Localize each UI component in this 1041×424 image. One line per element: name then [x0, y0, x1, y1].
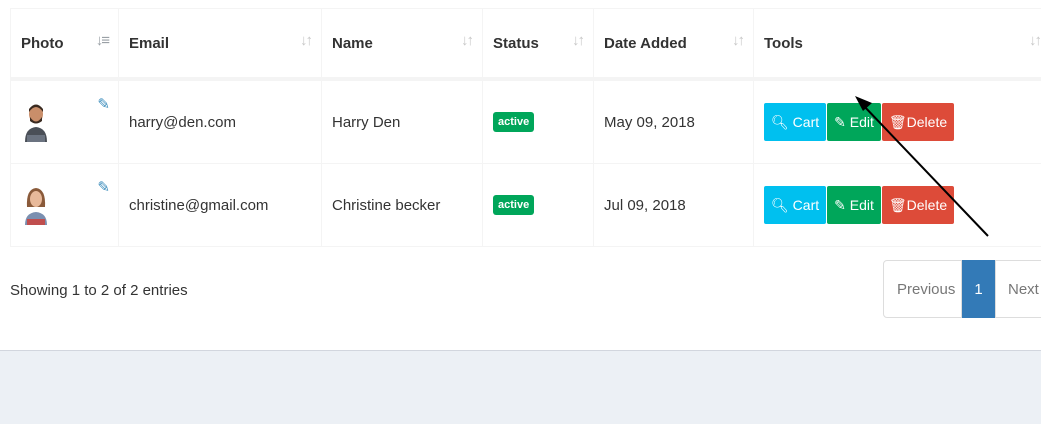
page-1-button[interactable]: 1	[962, 260, 995, 318]
sort-icon: ↓↑	[732, 32, 743, 49]
pagination: Previous 1 Next	[883, 260, 1041, 318]
email-cell: christine@gmail.com	[119, 164, 322, 247]
status-cell: active	[483, 164, 594, 247]
table-info: Showing 1 to 2 of 2 entries	[10, 282, 188, 299]
trash-icon: 🗑︎	[889, 197, 907, 213]
column-header-email[interactable]: Email↓↑	[119, 9, 322, 80]
delete-button[interactable]: 🗑︎Delete	[882, 103, 954, 141]
sort-icon: ↓↑	[300, 32, 311, 49]
edit-button[interactable]: ✎ Edit	[827, 103, 881, 141]
avatar	[23, 185, 49, 225]
column-header-tools[interactable]: Tools↓↑	[754, 9, 1041, 80]
tools-cell: 🔍︎ Cart✎ Edit🗑︎Delete	[754, 164, 1041, 247]
edit-button[interactable]: ✎ Edit	[827, 186, 881, 224]
name-cell: Christine becker	[322, 164, 483, 247]
status-badge: active	[493, 195, 534, 215]
cart-button[interactable]: 🔍︎ Cart	[764, 103, 826, 141]
photo-cell: ✎	[11, 164, 119, 247]
table-row: ✎ harry@den.com Harry Den active May 09,…	[11, 79, 1041, 164]
content-footer-band	[0, 350, 1041, 424]
sort-asc-icon: ↓≡	[96, 32, 108, 49]
search-icon: 🔍︎	[771, 197, 789, 213]
sort-icon: ↓↑	[461, 32, 472, 49]
cart-button[interactable]: 🔍︎ Cart	[764, 186, 826, 224]
date-added-cell: May 09, 2018	[594, 79, 754, 164]
sort-icon: ↓↑	[572, 32, 583, 49]
edit-photo-icon[interactable]: ✎	[97, 95, 110, 113]
status-cell: active	[483, 79, 594, 164]
email-cell: harry@den.com	[119, 79, 322, 164]
avatar	[23, 102, 49, 142]
name-cell: Harry Den	[322, 79, 483, 164]
next-page-button[interactable]: Next	[995, 260, 1041, 318]
users-table: Photo↓≡ Email↓↑ Name↓↑ Status↓↑ Date Add…	[10, 8, 1041, 247]
tools-cell: 🔍︎ Cart✎ Edit🗑︎Delete	[754, 79, 1041, 164]
column-header-status[interactable]: Status↓↑	[483, 9, 594, 80]
search-icon: 🔍︎	[771, 114, 789, 130]
photo-cell: ✎	[11, 79, 119, 164]
edit-icon: ✎	[834, 197, 846, 213]
edit-icon: ✎	[834, 114, 846, 130]
column-header-photo[interactable]: Photo↓≡	[11, 9, 119, 80]
edit-photo-icon[interactable]: ✎	[97, 178, 110, 196]
column-header-date-added[interactable]: Date Added↓↑	[594, 9, 754, 80]
previous-page-button[interactable]: Previous	[883, 260, 962, 318]
date-added-cell: Jul 09, 2018	[594, 164, 754, 247]
table-row: ✎ christine@gmail.com Christine becker a…	[11, 164, 1041, 247]
status-badge: active	[493, 112, 534, 132]
column-header-name[interactable]: Name↓↑	[322, 9, 483, 80]
sort-icon: ↓↑	[1029, 32, 1040, 49]
trash-icon: 🗑︎	[889, 114, 907, 130]
delete-button[interactable]: 🗑︎Delete	[882, 186, 954, 224]
table-header-row: Photo↓≡ Email↓↑ Name↓↑ Status↓↑ Date Add…	[11, 9, 1041, 80]
